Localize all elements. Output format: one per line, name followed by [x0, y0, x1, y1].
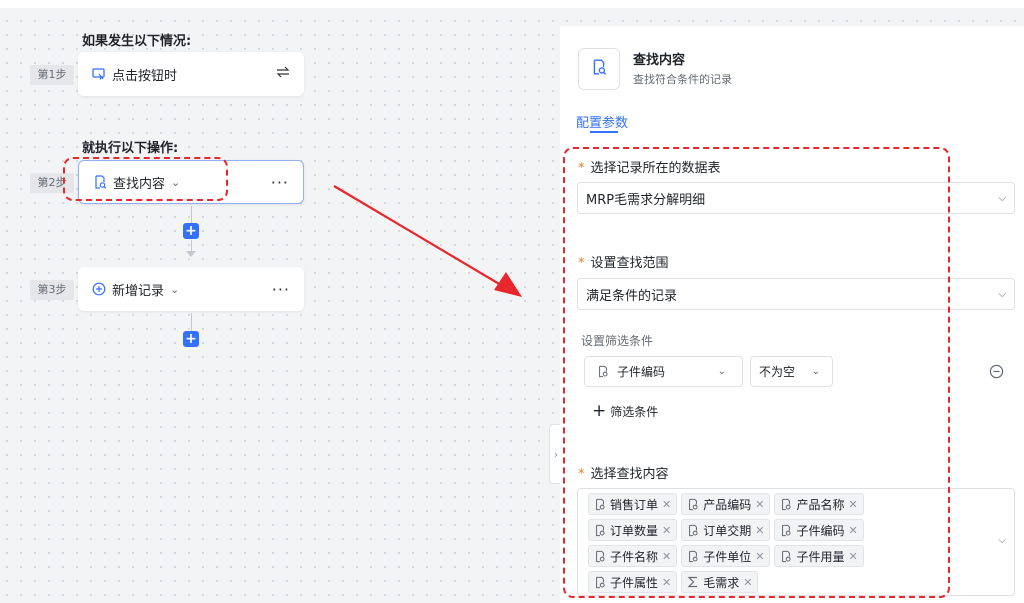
connector-line	[191, 206, 192, 224]
chevron-down-icon: ⌵	[998, 288, 1006, 300]
top-strip	[0, 0, 1024, 8]
trigger-node[interactable]: 点击按钮时	[78, 52, 304, 96]
more-icon[interactable]: ···	[271, 173, 289, 192]
panel-subtitle: 查找符合条件的记录	[633, 73, 732, 86]
action-section-title: 就执行以下操作:	[82, 141, 179, 156]
panel-title: 查找内容	[633, 53, 686, 68]
tab-underline	[590, 131, 618, 133]
trigger-section-title: 如果发生以下情况:	[82, 34, 192, 49]
more-icon[interactable]: ···	[272, 280, 290, 299]
click-icon	[92, 67, 106, 81]
connector-arrow-icon	[186, 251, 196, 257]
connector-line	[191, 313, 192, 331]
annotation-arrow-icon	[333, 185, 522, 297]
add-step-button[interactable]: +	[183, 223, 199, 239]
panel-header-icon-box	[578, 48, 620, 90]
add-record-node-label: 新增记录	[112, 283, 165, 299]
add-circle-icon	[92, 282, 106, 296]
step-1-badge: 第1步	[30, 65, 74, 85]
annotation-highlight-node	[63, 157, 228, 201]
tab-config-params[interactable]: 配置参数	[576, 112, 628, 131]
find-record-icon	[591, 59, 607, 79]
add-record-node[interactable]: 新增记录 ⌄ ···	[78, 267, 304, 311]
annotation-highlight-form	[563, 147, 950, 598]
config-panel: 查找内容 查找符合条件的记录 配置参数 * 选择记录所在的数据表 MRP毛需求分解…	[560, 26, 1024, 603]
swap-icon[interactable]	[276, 66, 290, 82]
add-step-button[interactable]: +	[183, 331, 199, 347]
chevron-down-icon: ⌵	[998, 192, 1006, 204]
trigger-node-label: 点击按钮时	[112, 68, 178, 84]
step-3-badge: 第3步	[30, 280, 74, 300]
remove-condition-icon[interactable]	[989, 364, 1004, 383]
chevron-down-icon: ⌵	[998, 535, 1006, 546]
chevron-down-icon[interactable]: ⌄	[170, 283, 179, 296]
